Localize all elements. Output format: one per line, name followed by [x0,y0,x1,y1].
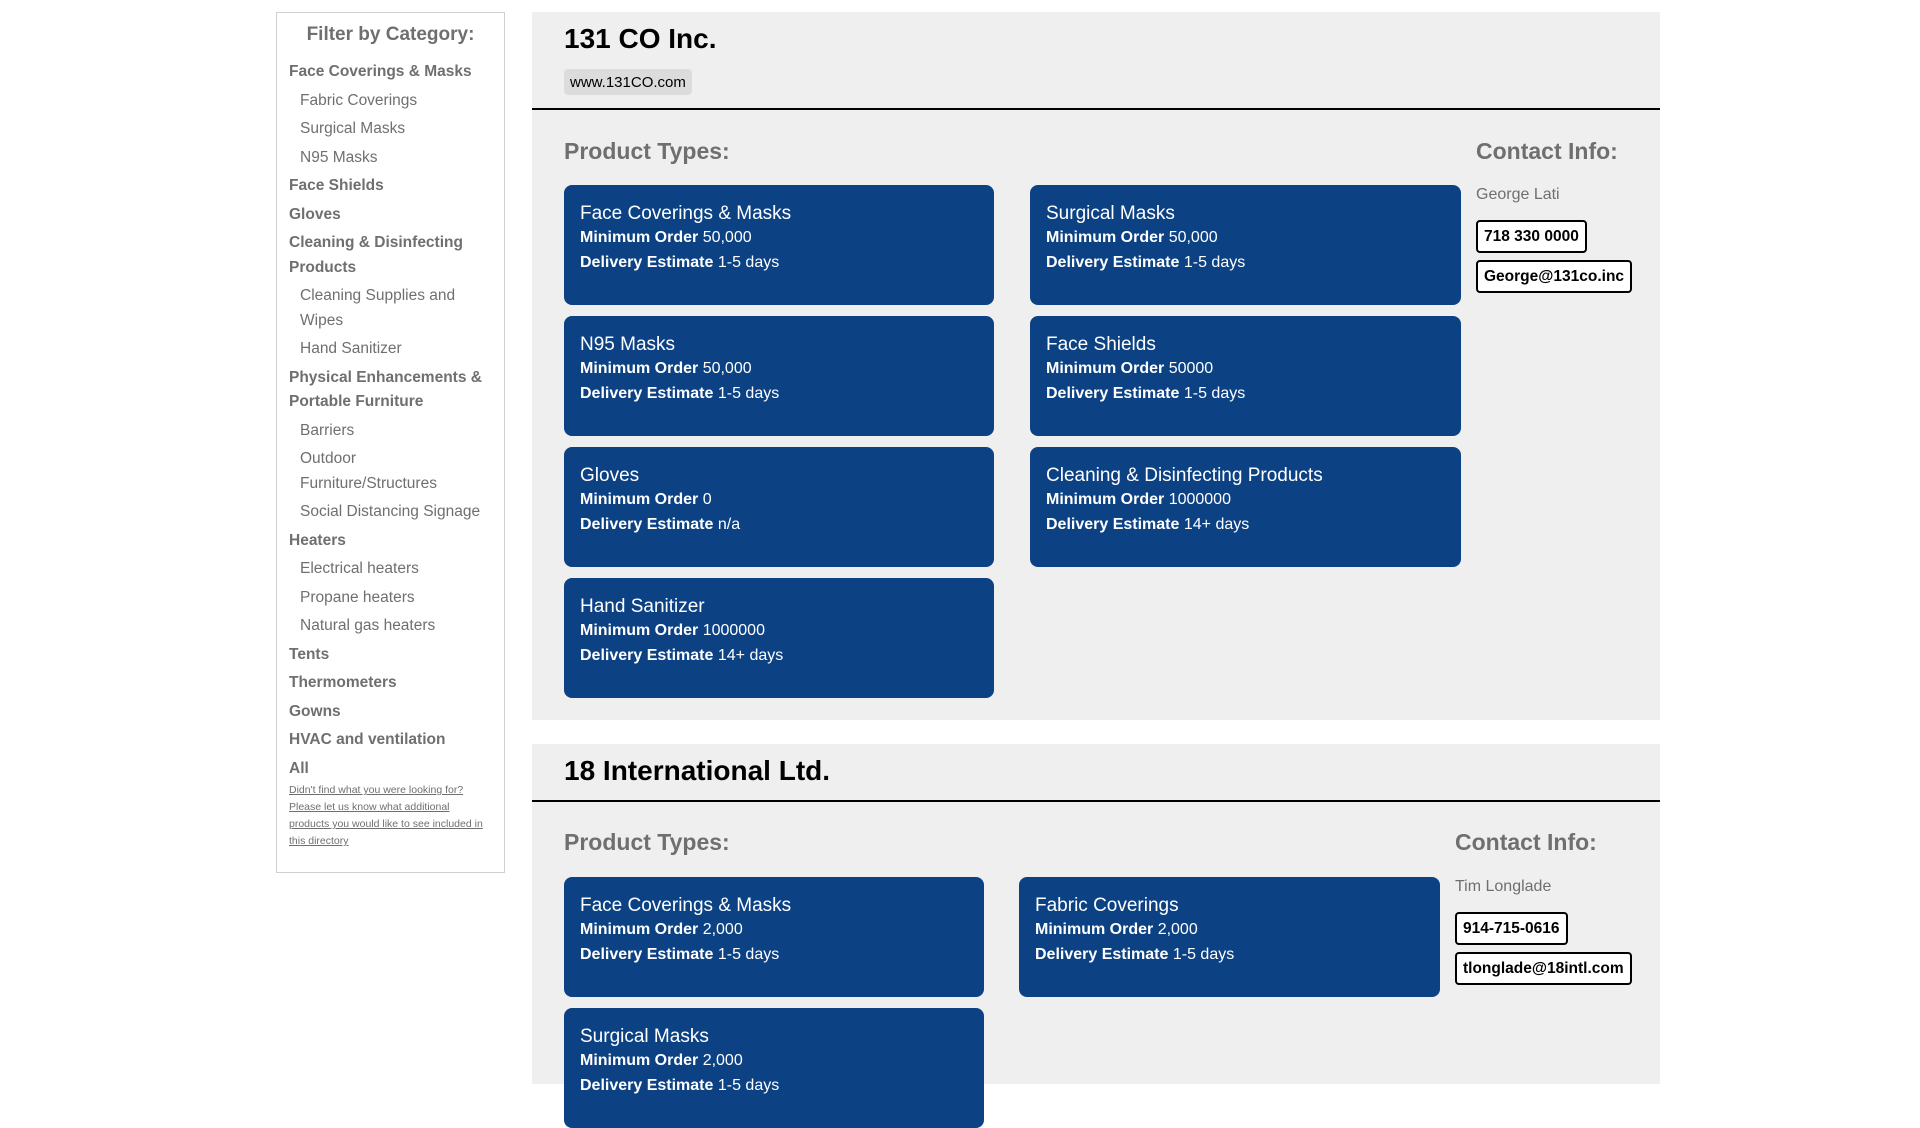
minimum-order: Minimum Order 0 [580,491,712,508]
minimum-order: Minimum Order 2,000 [580,1052,743,1069]
product-card[interactable]: Surgical Masks Minimum Order 50,000 Deli… [1030,185,1461,305]
minimum-order: Minimum Order 50,000 [580,229,752,246]
category-tents[interactable]: Tents [289,643,492,668]
product-title: Face Coverings & Masks [580,895,792,916]
product-card[interactable]: N95 Masks Minimum Order 50,000 Delivery … [564,316,994,436]
subcategory-propane-heaters[interactable]: Propane heaters [289,586,492,611]
contact-info-heading: Contact Info: [1476,138,1618,164]
subcategory-n95-masks[interactable]: N95 Masks [289,146,492,171]
contact-phone[interactable]: 718 330 0000 [1476,220,1587,253]
minimum-order: Minimum Order 50000 [1046,360,1214,377]
subcategory-natural-gas-heaters[interactable]: Natural gas heaters [289,614,492,639]
category-heaters[interactable]: Heaters [289,529,492,554]
delivery-estimate: Delivery Estimate n/a [580,516,741,533]
subcategory-cleaning-supplies[interactable]: Cleaning Supplies and Wipes [289,284,492,333]
product-title: Face Shields [1046,334,1156,355]
product-types-heading: Product Types: [564,138,730,164]
product-title: Gloves [580,465,640,486]
product-card[interactable]: Face Coverings & Masks Minimum Order 2,0… [564,877,984,997]
product-card[interactable]: Cleaning & Disinfecting Products Minimum… [1030,447,1461,567]
product-title: N95 Masks [580,334,676,355]
product-title: Surgical Masks [1046,203,1175,224]
category-cleaning[interactable]: Cleaning & Disinfecting Products [289,231,492,280]
delivery-estimate: Delivery Estimate 1-5 days [1046,385,1246,402]
category-all[interactable]: All [289,757,492,782]
product-title: Hand Sanitizer [580,596,705,617]
delivery-estimate: Delivery Estimate 1-5 days [580,1077,780,1094]
company-website-link[interactable]: www.131CO.com [564,69,692,95]
minimum-order: Minimum Order 1000000 [1046,491,1231,508]
category-face-shields[interactable]: Face Shields [289,174,492,199]
category-gowns[interactable]: Gowns [289,700,492,725]
product-types-heading: Product Types: [564,829,730,855]
company-name: 131 CO Inc. [564,23,717,54]
subcategory-hand-sanitizer[interactable]: Hand Sanitizer [289,337,492,362]
product-title: Face Coverings & Masks [580,203,792,224]
delivery-estimate: Delivery Estimate 1-5 days [1035,946,1235,963]
category-list: Face Coverings & Masks Fabric Coverings … [289,60,492,781]
company-header: 18 International Ltd. [532,744,1660,802]
category-face-coverings[interactable]: Face Coverings & Masks [289,60,492,85]
delivery-estimate: Delivery Estimate 14+ days [1046,516,1250,533]
contact-phone[interactable]: 914-715-0616 [1455,912,1568,945]
feedback-link[interactable]: Didn't find what you were looking for? P… [289,782,492,850]
delivery-estimate: Delivery Estimate 14+ days [580,647,784,664]
contact-name: Tim Longlade [1455,878,1552,895]
delivery-estimate: Delivery Estimate 1-5 days [580,254,780,271]
subcategory-social-distancing-signage[interactable]: Social Distancing Signage [289,500,492,525]
company-header: 131 CO Inc. www.131CO.com [532,12,1660,110]
delivery-estimate: Delivery Estimate 1-5 days [1046,254,1246,271]
contact-info-heading: Contact Info: [1455,829,1597,855]
minimum-order: Minimum Order 50,000 [580,360,752,377]
product-title: Cleaning & Disinfecting Products [1046,465,1323,486]
subcategory-electrical-heaters[interactable]: Electrical heaters [289,557,492,582]
minimum-order: Minimum Order 2,000 [1035,921,1198,938]
category-thermometers[interactable]: Thermometers [289,671,492,696]
product-card[interactable]: Fabric Coverings Minimum Order 2,000 Del… [1019,877,1440,997]
category-physical-enhancements[interactable]: Physical Enhancements & Portable Furnitu… [289,366,492,415]
product-card[interactable]: Face Shields Minimum Order 50000 Deliver… [1030,316,1461,436]
category-hvac[interactable]: HVAC and ventilation [289,728,492,753]
contact-name: George Lati [1476,186,1560,203]
minimum-order: Minimum Order 50,000 [1046,229,1218,246]
company-name: 18 International Ltd. [564,755,831,786]
company-card: 131 CO Inc. www.131CO.com Product Types:… [532,12,1660,720]
subcategory-surgical-masks[interactable]: Surgical Masks [289,117,492,142]
delivery-estimate: Delivery Estimate 1-5 days [580,946,780,963]
contact-email[interactable]: tlonglade@18intl.com [1455,952,1632,985]
company-card: 18 International Ltd. Product Types: Con… [532,744,1660,1128]
subcategory-outdoor-furniture[interactable]: Outdoor Furniture/Structures [289,447,492,496]
minimum-order: Minimum Order 2,000 [580,921,743,938]
subcategory-barriers[interactable]: Barriers [289,419,492,444]
category-filter-sidebar: Filter by Category: Face Coverings & Mas… [276,12,505,873]
subcategory-fabric-coverings[interactable]: Fabric Coverings [289,89,492,114]
contact-email[interactable]: George@131co.inc [1476,260,1633,293]
product-card[interactable]: Surgical Masks Minimum Order 2,000 Deliv… [564,1008,984,1128]
category-gloves[interactable]: Gloves [289,203,492,228]
minimum-order: Minimum Order 1000000 [580,622,765,639]
delivery-estimate: Delivery Estimate 1-5 days [580,385,780,402]
product-card[interactable]: Hand Sanitizer Minimum Order 1000000 Del… [564,578,994,698]
product-card[interactable]: Gloves Minimum Order 0 Delivery Estimate… [564,447,994,567]
product-card[interactable]: Face Coverings & Masks Minimum Order 50,… [564,185,994,305]
product-title: Fabric Coverings [1035,895,1179,916]
sidebar-title: Filter by Category: [306,24,475,45]
product-title: Surgical Masks [580,1026,709,1047]
